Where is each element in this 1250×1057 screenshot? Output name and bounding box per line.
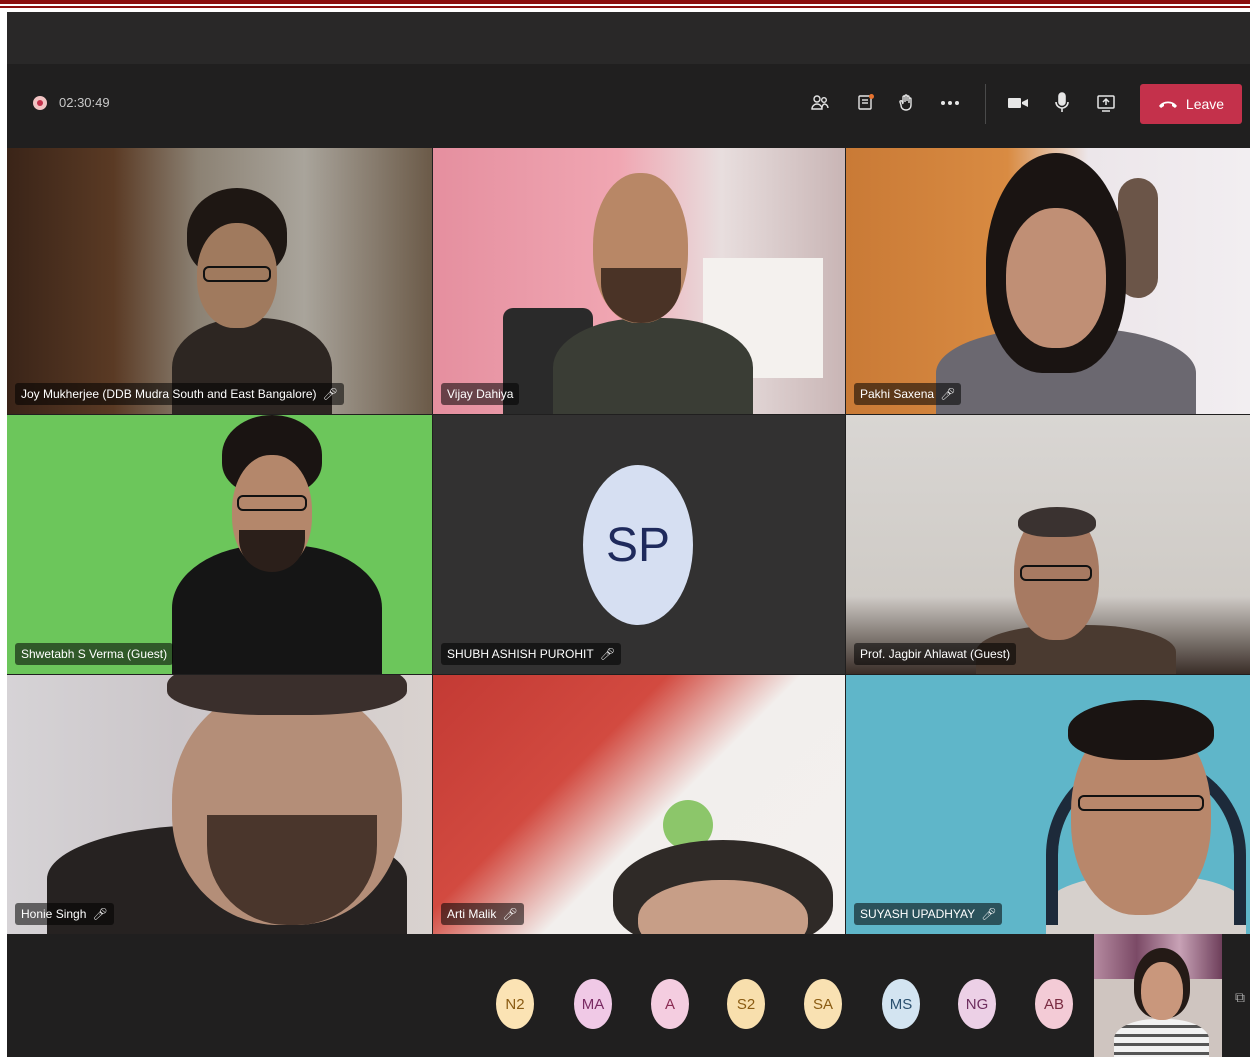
self-preview-video[interactable] (1094, 934, 1222, 1057)
mic-off-icon: 🎤︎ (981, 907, 997, 921)
beard (601, 268, 681, 323)
participants-icon[interactable] (805, 88, 835, 118)
recording-icon (33, 96, 47, 110)
glasses (203, 266, 271, 282)
participant-name-tag: Vijay Dahiya (441, 383, 520, 405)
glasses (1078, 795, 1204, 811)
video-tile-vijay-dahiya[interactable]: Vijay Dahiya (433, 148, 845, 414)
microphone-icon[interactable] (1047, 88, 1077, 118)
camera-icon[interactable] (1003, 88, 1033, 118)
expand-icon[interactable]: ⧉ (1235, 989, 1245, 1006)
video-tile-suyash-upadhyay[interactable]: SUYASH UPADHYAY 🎤︎ (846, 675, 1250, 934)
video-tile-shwetabh-verma[interactable]: Shwetabh S Verma (Guest) (7, 415, 432, 674)
participant-name-tag: Arti Malik 🎤︎ (441, 903, 524, 925)
raise-hand-icon[interactable] (891, 88, 921, 118)
roster-avatar[interactable]: MS (882, 979, 920, 1029)
participant-avatar: SP (583, 465, 693, 625)
roster-avatar[interactable]: S2 (727, 979, 765, 1029)
roster-avatar[interactable]: NG (958, 979, 996, 1029)
leave-label: Leave (1185, 96, 1225, 112)
mic-off-icon: 🎤︎ (502, 907, 518, 921)
roster-avatar[interactable]: SA (804, 979, 842, 1029)
participant-name-tag: Pakhi Saxena 🎤︎ (854, 383, 962, 405)
mic-off-icon: 🎤︎ (92, 907, 108, 921)
video-tile-shubh-ashish-purohit[interactable]: SP SHUBH ASHISH PUROHIT 🎤︎ (433, 415, 845, 674)
participant-name-tag: Shwetabh S Verma (Guest) (15, 643, 174, 665)
mic-off-icon: 🎤︎ (599, 647, 615, 661)
call-toolbar: 02:30:49 Leave (7, 64, 1250, 148)
participant-name-tag: Honie Singh 🎤︎ (15, 903, 114, 925)
share-screen-icon[interactable] (1091, 88, 1121, 118)
participant-name-tag: Prof. Jagbir Ahlawat (Guest) (854, 643, 1017, 665)
page-top-rule (0, 0, 1250, 4)
more-options-icon[interactable] (935, 88, 965, 118)
participant-name-tag: SHUBH ASHISH PUROHIT 🎤︎ (441, 643, 621, 665)
call-timer: 02:30:49 (59, 95, 110, 110)
meeting-window: 02:30:49 Leave Joy Mukherjee (DDB Mudra … (7, 12, 1250, 1057)
page-top-rule-thin (0, 6, 1250, 8)
video-tile-honie-singh[interactable]: Honie Singh 🎤︎ (7, 675, 432, 934)
toolbar-separator (985, 84, 986, 124)
video-tile-arti-malik[interactable]: Arti Malik 🎤︎ (433, 675, 845, 934)
roster-avatar[interactable]: A (651, 979, 689, 1029)
title-strip (7, 12, 1250, 64)
roster-avatar[interactable]: AB (1035, 979, 1073, 1029)
mic-off-icon: 🎤︎ (322, 387, 338, 401)
chat-icon[interactable] (851, 88, 881, 118)
video-tile-jagbir-ahlawat[interactable]: Prof. Jagbir Ahlawat (Guest) (846, 415, 1250, 674)
mic-off-icon: 🎤︎ (940, 387, 956, 401)
video-tile-pakhi-saxena[interactable]: Pakhi Saxena 🎤︎ (846, 148, 1250, 414)
participant-name-tag: SUYASH UPADHYAY 🎤︎ (854, 903, 1003, 925)
participant-roster: N2 MA A S2 SA MS NG AB ⧉ (7, 934, 1250, 1057)
video-tile-joy-mukherjee[interactable]: Joy Mukherjee (DDB Mudra South and East … (7, 148, 432, 414)
glasses (237, 495, 307, 511)
leave-button[interactable]: Leave (1140, 84, 1242, 124)
phone-hangup-icon (1158, 96, 1178, 112)
roster-avatar[interactable]: MA (574, 979, 612, 1029)
participant-name-tag: Joy Mukherjee (DDB Mudra South and East … (15, 383, 344, 405)
glasses (1020, 565, 1092, 581)
roster-avatar[interactable]: N2 (496, 979, 534, 1029)
video-grid: Joy Mukherjee (DDB Mudra South and East … (7, 148, 1250, 934)
